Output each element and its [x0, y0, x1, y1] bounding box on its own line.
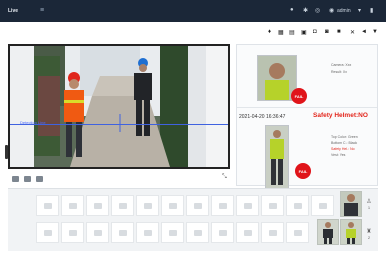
detail-field: Bottom C.: Black: [331, 141, 358, 145]
detail-field: Camera: Xxx: [331, 63, 352, 67]
empty-thumbnail[interactable]: [186, 195, 209, 216]
group-filter-label: 2: [367, 235, 371, 240]
help-icon[interactable]: ◎: [315, 7, 320, 14]
layout-icon[interactable]: ▦: [278, 29, 284, 36]
detail-field: Vest: Yes: [331, 153, 346, 157]
view-toolbar: ♦ ▦ ▤ ▣ ◘ ◙ ■ ✕ ◄ ▼: [0, 22, 386, 42]
pin-icon[interactable]: ♦: [268, 29, 271, 35]
download-icon[interactable]: ▼: [372, 29, 378, 35]
empty-thumbnail[interactable]: [286, 222, 309, 243]
user-icon[interactable]: ◉: [329, 7, 334, 14]
capture-photo: [341, 192, 361, 216]
top-bar: Live ≡ ● ✱ ◎ ◉ admin ▾ ▮: [0, 0, 386, 22]
empty-thumbnail[interactable]: [261, 222, 284, 243]
empty-thumbnail[interactable]: [236, 195, 259, 216]
fail-badge: FAIL: [291, 88, 307, 104]
snapshot-icon[interactable]: ◙: [325, 29, 329, 35]
empty-thumbnail[interactable]: [211, 222, 234, 243]
person-filter-button[interactable]: ♙ 1: [362, 192, 376, 216]
empty-thumbnail[interactable]: [261, 195, 284, 216]
bell-icon[interactable]: ●: [290, 7, 294, 13]
empty-thumbnail[interactable]: [136, 195, 159, 216]
person-icon: ♙: [366, 199, 372, 205]
empty-thumbnail[interactable]: [161, 195, 184, 216]
group-icon: ♜: [366, 229, 372, 235]
volume-icon[interactable]: ◄: [361, 29, 367, 35]
empty-thumbnail[interactable]: [286, 195, 309, 216]
app-brand: Live: [8, 8, 19, 14]
detail-field: Result: Xx: [331, 70, 347, 74]
grid-9-icon[interactable]: [36, 176, 43, 182]
event-timestamp: 2021-04-20 16:36:47: [239, 114, 286, 120]
empty-thumbnail[interactable]: [36, 222, 59, 243]
capture-photo: [318, 220, 338, 244]
empty-thumbnail[interactable]: [111, 222, 134, 243]
capture-thumbnail[interactable]: [340, 219, 362, 245]
empty-thumbnail[interactable]: [86, 195, 109, 216]
image-icon[interactable]: ▣: [301, 29, 307, 36]
user-menu[interactable]: admin: [337, 8, 351, 14]
grid-1-icon[interactable]: [12, 176, 19, 182]
empty-thumbnail[interactable]: [161, 222, 184, 243]
empty-thumbnail[interactable]: [36, 195, 59, 216]
capture-thumbnail[interactable]: [317, 219, 339, 245]
fullscreen-icon[interactable]: ✕: [350, 29, 355, 36]
group-filter-button[interactable]: ♜ 2: [362, 222, 376, 246]
person-filter-label: 1: [367, 205, 371, 210]
empty-thumbnail[interactable]: [136, 222, 159, 243]
live-video-view[interactable]: Detection Line: [8, 44, 230, 169]
grid-4-icon[interactable]: [24, 176, 31, 182]
capture-photo: [341, 220, 361, 244]
empty-thumbnail[interactable]: [186, 222, 209, 243]
detail-field: Top Color: Green: [331, 135, 358, 139]
helmet-verdict: Safety Helmet:NO: [313, 112, 368, 119]
empty-thumbnail[interactable]: [61, 222, 84, 243]
body-capture-image[interactable]: [265, 125, 289, 189]
camera-scene: [10, 46, 228, 167]
empty-thumbnail[interactable]: [211, 195, 234, 216]
empty-thumbnail[interactable]: [61, 195, 84, 216]
empty-thumbnail[interactable]: [311, 195, 334, 216]
detection-line-label: Detection Line: [20, 120, 46, 125]
list-icon[interactable]: ▤: [289, 29, 295, 36]
empty-thumbnail[interactable]: [86, 222, 109, 243]
camera-icon[interactable]: ◘: [313, 29, 317, 35]
notification-icon[interactable]: ▮: [370, 7, 373, 14]
capture-strip: [8, 188, 378, 251]
chevron-down-icon[interactable]: ▾: [358, 7, 361, 14]
grid-icon[interactable]: ≡: [40, 7, 44, 14]
empty-thumbnail[interactable]: [236, 222, 259, 243]
empty-thumbnail[interactable]: [111, 195, 134, 216]
capture-thumbnail[interactable]: [340, 191, 362, 217]
event-detail-panel: FAIL Camera: Xxx Result: Xx 2021-04-20 1…: [236, 44, 378, 189]
detail-field: Safety Hel.: No: [331, 147, 355, 151]
panel-collapse-handle[interactable]: [5, 145, 8, 159]
body-capture-photo: [266, 126, 288, 188]
settings-icon[interactable]: ✱: [303, 7, 308, 14]
fail-badge: FAIL: [295, 163, 311, 179]
record-icon[interactable]: ■: [337, 29, 341, 35]
expand-icon[interactable]: ⤡: [222, 174, 227, 181]
divider: [237, 107, 377, 108]
